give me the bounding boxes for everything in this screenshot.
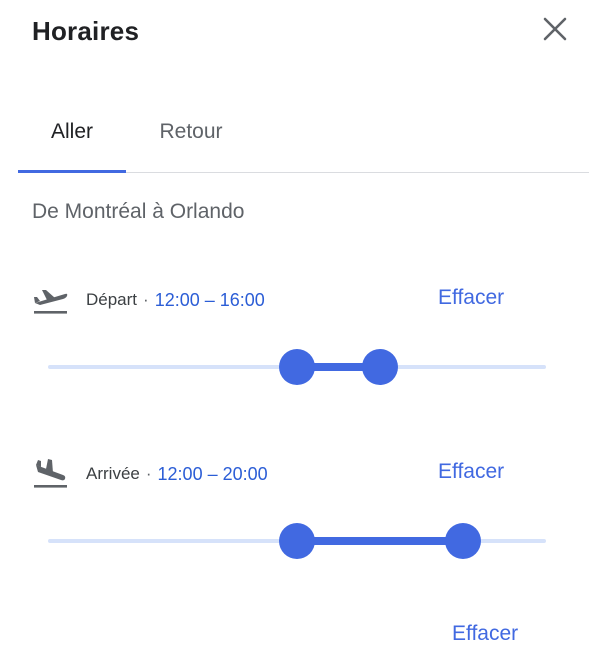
flight-land-icon bbox=[32, 456, 70, 492]
trip-tabs: Aller Retour bbox=[18, 100, 589, 173]
flight-takeoff-icon bbox=[32, 282, 70, 318]
panel-title: Horaires bbox=[32, 16, 140, 46]
route-label: De Montréal à Orlando bbox=[32, 200, 245, 223]
clear-all-button[interactable]: Effacer bbox=[452, 622, 518, 646]
schedule-panel: Horaires Aller Retour De Montréal à Orla… bbox=[0, 0, 589, 668]
departure-separator: · bbox=[143, 290, 149, 309]
close-icon bbox=[543, 17, 567, 41]
slider-fill bbox=[297, 537, 463, 545]
clear-departure-button[interactable]: Effacer bbox=[438, 286, 504, 310]
clear-arrival-button[interactable]: Effacer bbox=[438, 460, 504, 484]
arrival-label: Arrivée bbox=[86, 464, 140, 483]
slider-start-handle[interactable] bbox=[279, 349, 315, 385]
departure-label: Départ bbox=[86, 290, 138, 309]
departure-time-slider[interactable] bbox=[48, 347, 546, 387]
arrival-time-slider[interactable] bbox=[48, 521, 546, 561]
slider-end-handle[interactable] bbox=[445, 523, 481, 559]
arrival-range: 12:00 – 20:00 bbox=[157, 463, 268, 484]
slider-start-handle[interactable] bbox=[279, 523, 315, 559]
arrival-separator: · bbox=[145, 464, 152, 483]
departure-range: 12:00 – 16:00 bbox=[154, 289, 265, 310]
tab-aller[interactable]: Aller bbox=[18, 100, 126, 173]
tab-retour[interactable]: Retour bbox=[138, 100, 244, 172]
slider-end-handle[interactable] bbox=[362, 349, 398, 385]
close-button[interactable] bbox=[536, 10, 574, 48]
